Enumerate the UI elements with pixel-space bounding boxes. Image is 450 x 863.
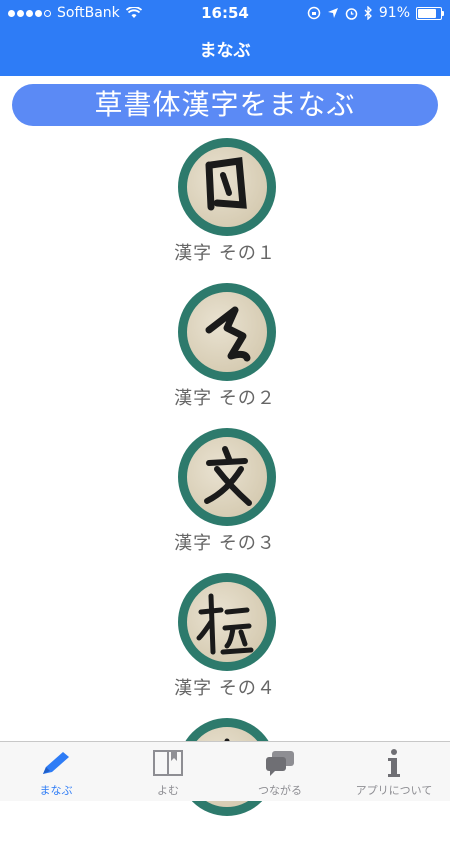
list-item[interactable]: 漢字 その３	[0, 428, 450, 573]
section-banner: 草書体漢字をまなぶ	[12, 84, 438, 126]
alarm-icon	[345, 7, 358, 20]
tab-tsunagaru[interactable]: つながる	[224, 742, 336, 801]
kanji-sample-1-icon[interactable]	[178, 138, 276, 236]
kanji-sample-2-icon[interactable]	[178, 283, 276, 381]
info-icon	[338, 746, 450, 780]
item-label: 漢字 その３	[174, 533, 276, 554]
rotation-lock-icon	[307, 6, 321, 20]
chat-bubbles-icon	[224, 746, 336, 780]
bluetooth-icon	[364, 6, 372, 20]
battery-icon	[416, 6, 444, 20]
status-right: 91%	[307, 5, 444, 21]
tab-manabu[interactable]: まなぶ	[0, 742, 112, 801]
item-label: 漢字 その２	[174, 388, 276, 409]
tab-bar: まなぶ よむ つながる アプリについて	[0, 741, 450, 801]
tab-about[interactable]: アプリについて	[338, 742, 450, 801]
page-title: まなぶ	[199, 41, 251, 61]
tab-yomu[interactable]: よむ	[112, 742, 224, 801]
list-item[interactable]: 漢字 その１	[0, 138, 450, 283]
kanji-sample-4-icon[interactable]	[178, 573, 276, 671]
list-item[interactable]: 漢字 その２	[0, 283, 450, 428]
navigation-header: SoftBank 16:54 91% まなぶ	[0, 0, 450, 76]
item-label: 漢字 その１	[174, 243, 276, 264]
item-label: 漢字 その４	[174, 678, 276, 699]
status-bar: SoftBank 16:54 91%	[0, 0, 450, 28]
battery-percent: 91%	[378, 5, 410, 21]
tab-label: よむ	[157, 784, 179, 797]
tab-label: まなぶ	[39, 784, 73, 797]
tab-label: アプリについて	[355, 784, 433, 797]
book-icon	[112, 746, 224, 780]
pencil-icon	[0, 746, 112, 780]
tab-label: つながる	[258, 784, 302, 797]
location-icon	[327, 8, 338, 18]
kanji-sample-3-icon[interactable]	[178, 428, 276, 526]
list-item[interactable]: 漢字 その４	[0, 573, 450, 718]
